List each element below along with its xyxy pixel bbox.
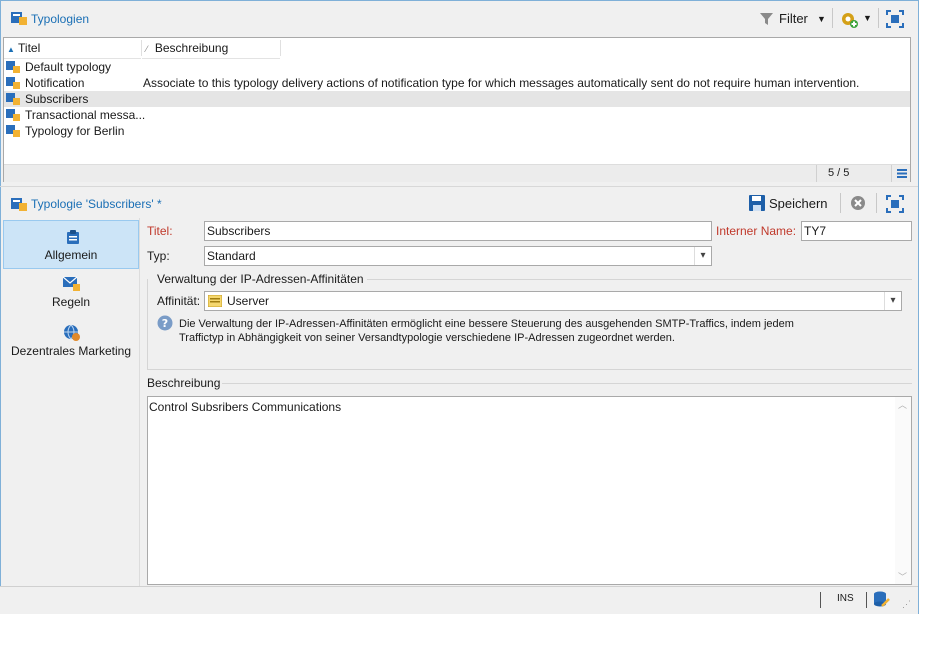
status-divider: [891, 165, 892, 182]
internal-name-label: Interner Name:: [716, 224, 797, 238]
envelope-rules-icon: [63, 276, 80, 291]
row-title: Transactional messa...: [25, 108, 146, 122]
typology-icon: [6, 61, 20, 73]
nav-item-allgemein[interactable]: Allgemein: [3, 220, 139, 269]
insert-mode-indicator: INS: [837, 593, 854, 604]
column-divider: [280, 40, 281, 56]
save-icon: [749, 195, 765, 211]
close-circle-icon: [851, 196, 865, 210]
group-border: [367, 279, 912, 280]
globe-icon: [64, 324, 80, 341]
row-title: Notification: [25, 76, 85, 90]
chevron-down-icon: ▾: [884, 292, 901, 310]
svg-text:?: ?: [162, 317, 168, 330]
filter-icon: [760, 13, 773, 25]
nav-label: Regeln: [51, 295, 91, 309]
status-bar: INS ⋰: [0, 586, 918, 614]
row-title: Default typology: [25, 60, 112, 74]
help-text-line: Die Verwaltung der IP-Adressen-Affinität…: [179, 318, 794, 330]
description-textarea[interactable]: Control Subsribers Communications ︿ ﹀: [147, 396, 912, 585]
toolbar-divider: [878, 8, 879, 28]
affinity-label: Affinität:: [157, 294, 201, 308]
maximize-button[interactable]: [886, 195, 904, 213]
toolbar-divider: [840, 193, 841, 213]
detail-panel-title: Typologie 'Subscribers' *: [31, 197, 162, 211]
nav-divider: [139, 218, 140, 586]
group-border: [147, 369, 912, 370]
title-label: Titel:: [147, 224, 173, 238]
list-status-bar: 5 / 5: [4, 164, 910, 182]
row-description: Associate to this typology delivery acti…: [143, 76, 860, 90]
record-count: 5 / 5: [828, 167, 850, 179]
status-divider: [816, 165, 817, 182]
help-text-line: Traffictyp in Abhängigkeit von seiner Ve…: [179, 332, 675, 344]
typology-icon: [6, 93, 20, 105]
chevron-down-icon: ▼: [863, 13, 872, 23]
column-header-description[interactable]: ⁄ Beschreibung: [142, 38, 280, 59]
help-icon: ?: [157, 315, 173, 331]
row-title: Typology for Berlin: [25, 124, 125, 138]
affinity-select[interactable]: Userver ▾: [204, 291, 902, 311]
column-header-label: Beschreibung: [154, 41, 229, 55]
status-divider: [866, 592, 867, 608]
table-row[interactable]: Transactional messa...: [4, 107, 910, 123]
list-panel-title: Typologien: [31, 12, 90, 26]
type-select[interactable]: Standard ▾: [204, 246, 712, 266]
column-header-label: Titel: [18, 41, 41, 55]
panel-divider: [0, 186, 918, 187]
nav-item-dezentrales-marketing[interactable]: Dezentrales Marketing: [3, 320, 139, 368]
database-icon[interactable]: [873, 591, 891, 609]
gear-add-icon: [842, 13, 858, 28]
table-row[interactable]: Typology for Berlin: [4, 123, 910, 139]
typology-folder-icon: [11, 197, 27, 211]
description-label: Beschreibung: [147, 376, 221, 390]
typology-icon: [6, 77, 20, 89]
nav-item-regeln[interactable]: Regeln: [3, 270, 139, 318]
column-header-title[interactable]: ▲ Titel: [4, 38, 141, 59]
resize-grip-icon[interactable]: ⋰: [902, 599, 911, 610]
scroll-down-icon[interactable]: ﹀: [898, 570, 907, 583]
scrollbar[interactable]: ︿ ﹀: [895, 397, 911, 584]
typology-folder-icon: [11, 11, 27, 25]
type-select-value: Standard: [207, 249, 256, 263]
maximize-button[interactable]: [886, 10, 904, 28]
toolbar-divider: [876, 193, 877, 213]
menu-icon[interactable]: [897, 169, 907, 178]
nav-label: Allgemein: [44, 248, 98, 262]
table-row[interactable]: Notification Associate to this typology …: [4, 75, 910, 91]
filter-button[interactable]: Filter ▼: [760, 11, 830, 29]
internal-name-input[interactable]: TY7: [801, 221, 912, 241]
affinity-select-value: Userver: [227, 294, 270, 308]
typology-icon: [6, 109, 20, 121]
table-row-selected[interactable]: Subscribers: [4, 91, 910, 107]
clipboard-icon: [67, 230, 79, 244]
type-label: Typ:: [147, 249, 170, 263]
typology-icon: [6, 125, 20, 137]
maximize-icon: [886, 195, 904, 213]
chevron-down-icon: ▼: [817, 14, 826, 24]
actions-button[interactable]: ▼: [838, 9, 874, 29]
title-input[interactable]: Subscribers: [204, 221, 712, 241]
sort-icon: ⁄: [146, 44, 148, 54]
filter-label: Filter: [779, 11, 808, 26]
status-divider: [820, 592, 821, 608]
description-text: Control Subsribers Communications: [149, 400, 342, 414]
ip-group-label: Verwaltung der IP-Adressen-Affinitäten: [157, 272, 364, 286]
toolbar-divider: [832, 8, 833, 28]
ip-help-text: Die Verwaltung der IP-Adressen-Affinität…: [179, 317, 909, 345]
table-row[interactable]: Default typology: [4, 59, 910, 75]
row-title: Subscribers: [25, 92, 89, 106]
nav-label: Dezentrales Marketing: [10, 344, 132, 358]
save-button[interactable]: Speichern: [749, 194, 833, 214]
save-label: Speichern: [769, 196, 828, 211]
cancel-button[interactable]: [850, 195, 866, 211]
group-border: [147, 279, 148, 369]
sort-asc-icon: ▲: [7, 45, 15, 54]
maximize-icon: [886, 10, 904, 28]
chevron-down-icon: ▾: [694, 247, 711, 265]
group-border: [222, 383, 912, 384]
list-icon: [208, 295, 222, 307]
scroll-up-icon[interactable]: ︿: [898, 398, 907, 411]
typology-list: ▲ Titel ⁄ Beschreibung Default typology …: [3, 37, 911, 182]
